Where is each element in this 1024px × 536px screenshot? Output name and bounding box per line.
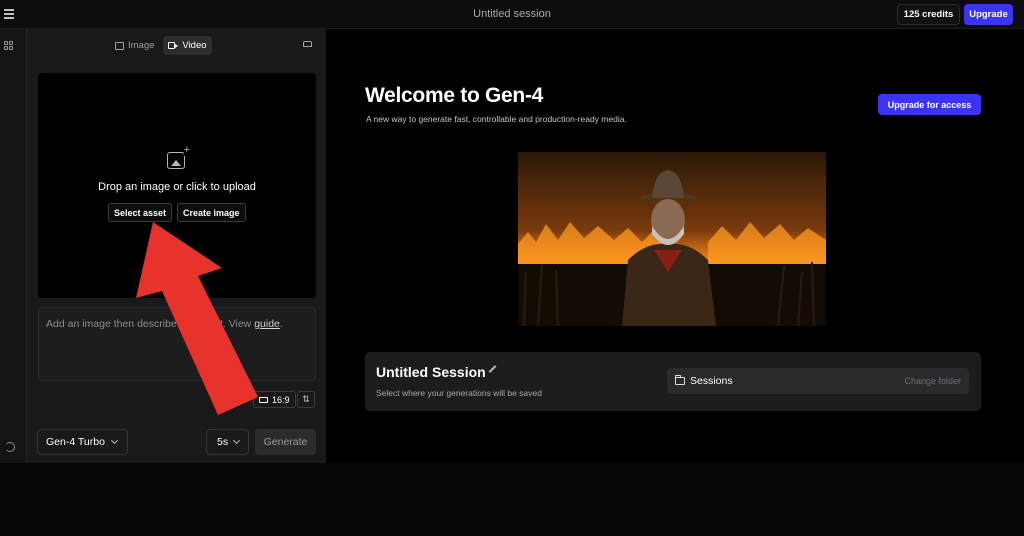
image-icon xyxy=(115,41,124,50)
tab-video[interactable]: Video xyxy=(163,36,212,55)
left-rail xyxy=(0,29,27,463)
tab-video-label: Video xyxy=(182,40,207,51)
session-card-title: Untitled Session xyxy=(376,364,486,380)
menu-icon[interactable] xyxy=(4,9,14,19)
change-folder-button[interactable]: Change folder xyxy=(904,376,961,386)
top-bar: Untitled session 125 credits Upgrade xyxy=(0,0,1024,29)
hero-image xyxy=(518,152,826,326)
chevron-down-icon xyxy=(110,436,118,445)
duration-label: 5s xyxy=(217,436,229,448)
session-card: Untitled Session Select where your gener… xyxy=(365,352,981,411)
hero-illustration xyxy=(518,152,826,326)
video-icon xyxy=(168,42,179,49)
pencil-icon[interactable] xyxy=(488,365,497,373)
session-card-subtitle: Select where your generations will be sa… xyxy=(376,388,542,398)
main-content: Welcome to Gen-4 A new way to generate f… xyxy=(327,29,1024,463)
folder-label: Sessions xyxy=(690,375,733,387)
aspect-ratio-label: 16:9 xyxy=(272,394,290,405)
prompt-placeholder-end: . xyxy=(279,318,283,330)
welcome-title: Welcome to Gen-4 xyxy=(365,84,544,107)
grid-icon[interactable] xyxy=(4,41,14,51)
prompt-placeholder: Add an image then describe your shot. Vi… xyxy=(46,318,255,330)
prompt-input[interactable]: Add an image then describe your shot. Vi… xyxy=(38,307,316,381)
tab-image[interactable]: Image xyxy=(110,36,159,55)
chevron-down-icon xyxy=(233,436,241,445)
session-title: Untitled session xyxy=(473,8,551,20)
guide-link[interactable]: guide xyxy=(254,318,280,330)
generate-button[interactable]: Generate xyxy=(255,429,316,455)
welcome-subtitle: A new way to generate fast, controllable… xyxy=(366,114,627,124)
generation-panel: Image Video Drop an image or click to up… xyxy=(27,29,326,463)
dropzone-text: Drop an image or click to upload xyxy=(98,181,256,193)
model-label: Gen-4 Turbo xyxy=(46,436,105,448)
image-dropzone[interactable]: Drop an image or click to upload Select … xyxy=(38,73,316,298)
mode-tabs: Image Video xyxy=(110,36,212,55)
create-image-button[interactable]: Create image xyxy=(177,203,246,222)
credits-button[interactable]: 125 credits xyxy=(897,4,960,25)
sessions-folder-select[interactable]: Sessions Change folder xyxy=(667,368,969,394)
history-icon[interactable] xyxy=(5,442,15,452)
bottom-area xyxy=(0,463,1024,536)
duration-select[interactable]: 5s xyxy=(206,429,249,455)
upload-image-icon xyxy=(167,145,190,169)
upgrade-for-access-button[interactable]: Upgrade for access xyxy=(878,94,981,115)
model-select[interactable]: Gen-4 Turbo xyxy=(37,429,128,455)
upgrade-button[interactable]: Upgrade xyxy=(964,4,1013,25)
aspect-ratio-button[interactable]: 16:9 xyxy=(253,391,296,408)
graduation-cap-icon[interactable] xyxy=(303,41,312,47)
settings-sliders-icon[interactable]: ⇅ xyxy=(297,391,315,408)
select-asset-button[interactable]: Select asset xyxy=(108,203,173,222)
tab-image-label: Image xyxy=(128,40,155,51)
aspect-ratio-icon xyxy=(259,396,268,403)
folder-icon xyxy=(675,375,685,385)
